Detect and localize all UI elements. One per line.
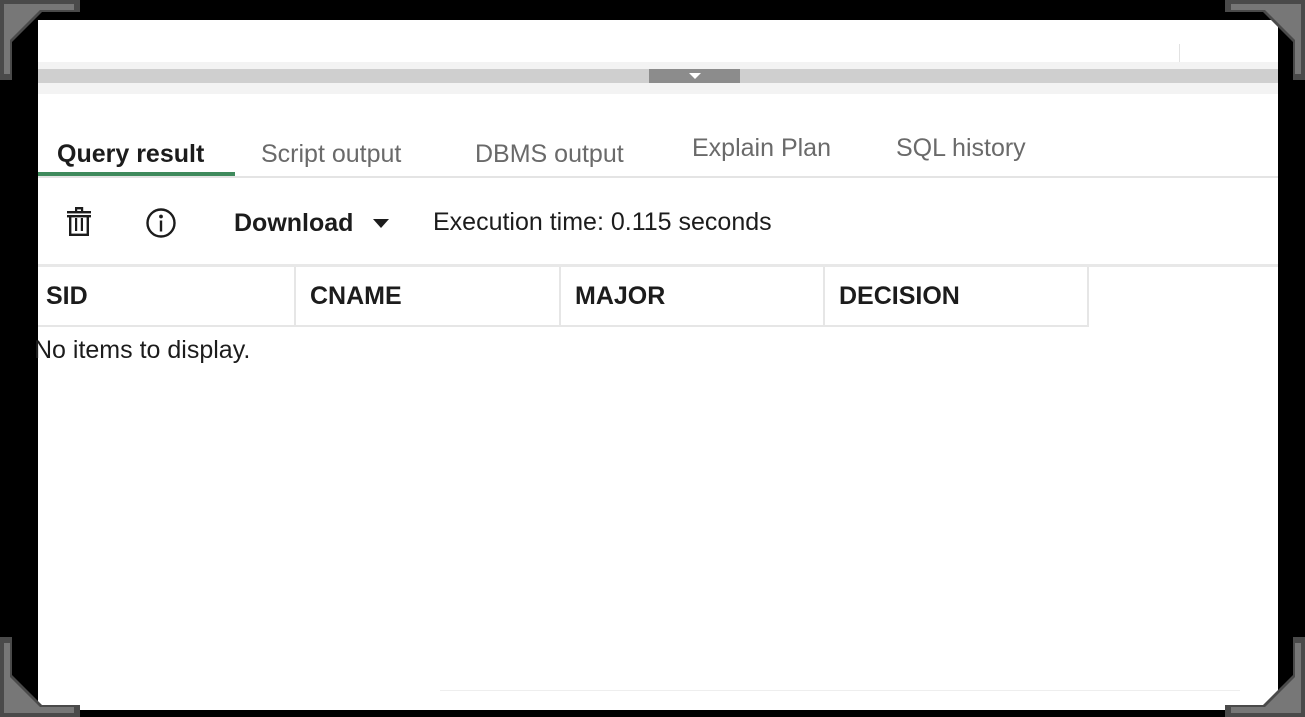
caret-down-icon <box>688 73 701 79</box>
tab-explain-plan[interactable]: Explain Plan <box>692 134 831 163</box>
screen: Query result Script output DBMS output E… <box>0 0 1305 717</box>
frame-corner-bottom-left <box>0 637 80 717</box>
tab-query-result[interactable]: Query result <box>57 140 204 169</box>
column-header-decision[interactable]: DECISION <box>825 267 1089 325</box>
tab-sql-history[interactable]: SQL history <box>896 134 1026 163</box>
column-header-sid[interactable]: SID <box>38 267 296 325</box>
download-label: Download <box>234 208 354 237</box>
sql-results-panel: Query result Script output DBMS output E… <box>34 20 1278 710</box>
tab-script-output[interactable]: Script output <box>261 140 401 169</box>
pane-splitter[interactable] <box>38 62 1278 94</box>
frame-corner-bottom-right <box>1225 637 1305 717</box>
tab-dbms-output[interactable]: DBMS output <box>475 140 624 169</box>
result-tabs: Query result Script output DBMS output E… <box>38 94 1278 178</box>
active-tab-indicator <box>38 172 235 176</box>
column-header-cname[interactable]: CNAME <box>296 267 561 325</box>
info-button[interactable] <box>145 207 177 239</box>
frame-corner-top-left <box>0 0 80 80</box>
caret-down-icon <box>373 218 390 228</box>
download-dropdown[interactable]: Download <box>234 207 390 239</box>
trash-icon <box>67 207 91 236</box>
results-toolbar: Download Execution time: 0.115 seconds <box>38 180 1278 267</box>
execution-time: Execution time: 0.115 seconds <box>433 208 772 236</box>
delete-button[interactable] <box>64 206 94 238</box>
info-icon <box>146 208 176 238</box>
bottom-divider <box>440 690 1240 691</box>
column-header-major[interactable]: MAJOR <box>561 267 825 325</box>
empty-grid-message: No items to display. <box>34 336 251 364</box>
results-grid-header: SID CNAME MAJOR DECISION <box>38 267 1089 327</box>
frame-corner-top-right <box>1225 0 1305 80</box>
splitter-collapse-handle[interactable] <box>649 69 740 83</box>
